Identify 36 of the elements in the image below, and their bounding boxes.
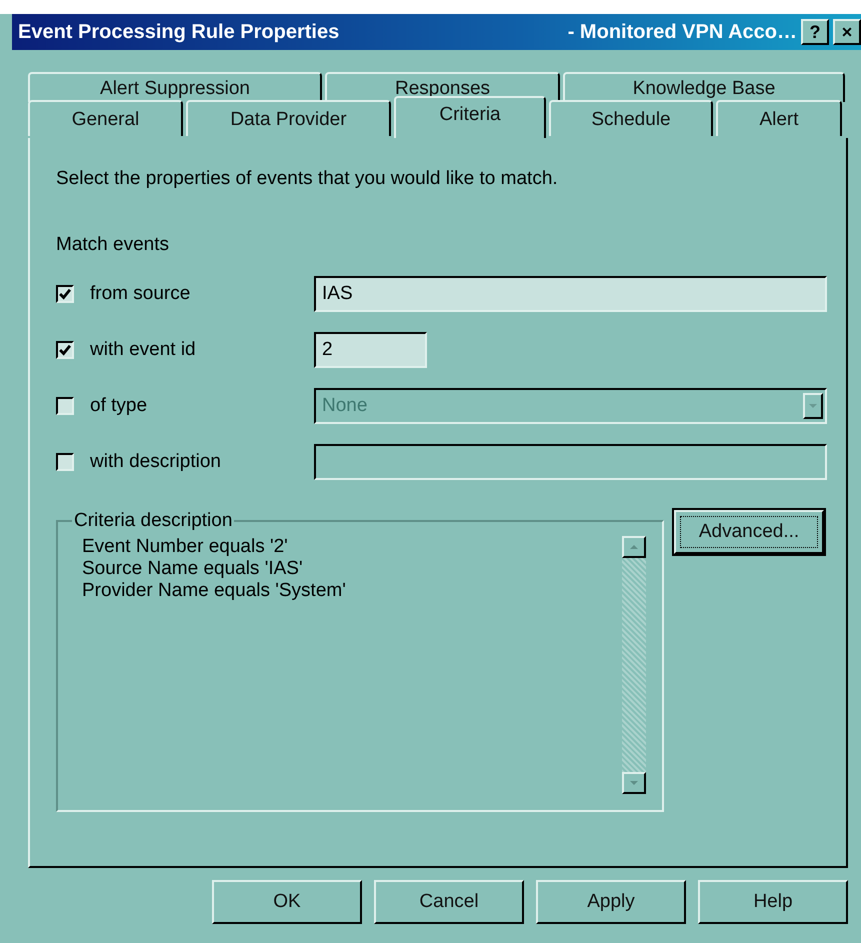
scrollbar[interactable] [622,536,646,794]
scroll-up-icon[interactable] [622,536,646,558]
dialog-button[interactable]: Cancel [374,880,524,924]
dialog-button[interactable]: Apply [536,880,686,924]
input-field[interactable]: IAS [314,276,827,312]
help-button[interactable]: ? [801,19,829,45]
dialog-button[interactable]: OK [212,880,362,924]
section-label: Match events [56,234,170,256]
input-field[interactable]: 2 [314,332,427,368]
checkbox[interactable] [56,341,74,359]
checkbox-label: of type [90,395,148,417]
checkbox-label: with description [90,451,221,473]
window-title: Event Processing Rule Properties [18,20,340,44]
window-subtitle: - Monitored VPN Acco… [568,20,797,44]
close-button[interactable]: × [833,19,861,45]
criteria-line: Source Name equals 'IAS' [82,558,304,580]
dialog-button[interactable]: Help [698,880,848,924]
tab[interactable]: Criteria [394,96,546,138]
dropdown-value: None [322,395,368,417]
checkbox-label: with event id [90,339,196,361]
checkbox-label: from source [90,283,190,305]
checkmark-icon [58,287,72,301]
tab[interactable]: Alert Suppression [28,72,322,102]
tab[interactable]: Data Provider [186,100,391,136]
tab[interactable]: General [28,100,183,136]
checkmark-icon [58,343,72,357]
advanced-button[interactable]: Advanced... [674,510,824,554]
tab[interactable]: Schedule [549,100,713,136]
criteria-line: Provider Name equals 'System' [82,580,346,602]
tab[interactable]: Alert [716,100,842,136]
checkbox[interactable] [56,285,74,303]
criteria-line: Event Number equals '2' [82,536,289,558]
scroll-down-icon[interactable] [622,772,646,794]
instruction-text: Select the properties of events that you would like to match. [56,168,559,190]
group-title: Criteria description [73,510,234,532]
tab[interactable]: Knowledge Base [563,72,845,102]
